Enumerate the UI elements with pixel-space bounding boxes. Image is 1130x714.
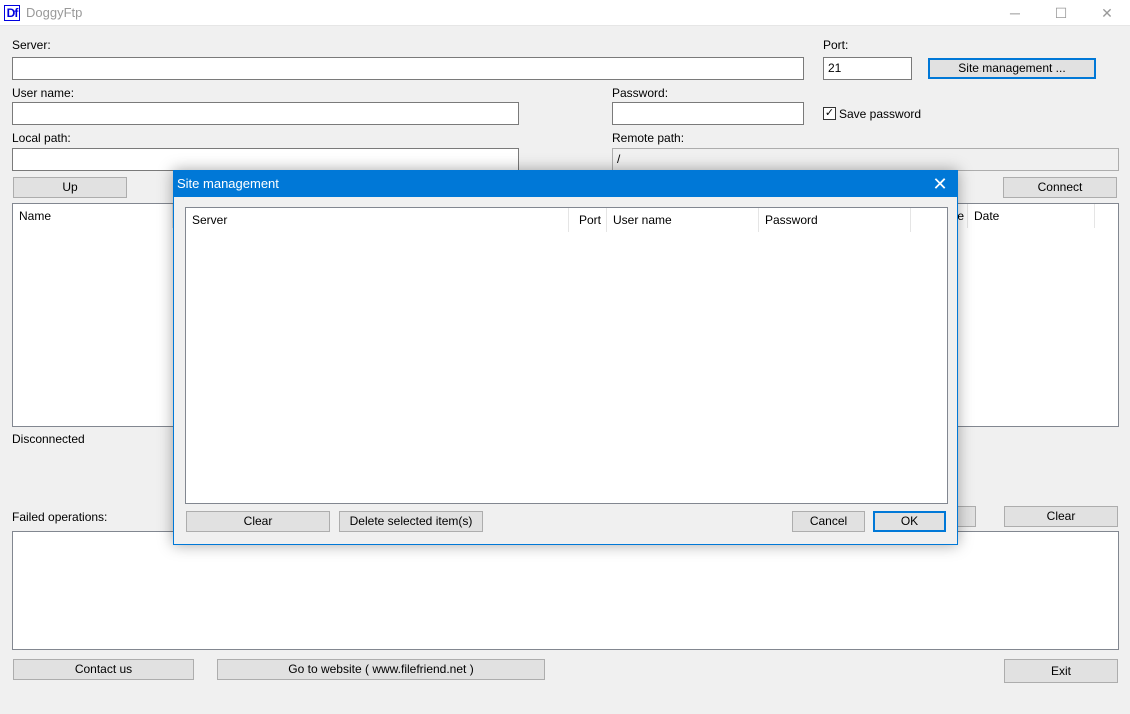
remote-path-input[interactable]: / (612, 148, 1119, 171)
server-label: Server: (12, 38, 51, 52)
column-header-password[interactable]: Password (759, 208, 911, 232)
port-input[interactable]: 21 (823, 57, 912, 80)
save-password-label: Save password (839, 107, 922, 121)
delete-selected-button[interactable]: Delete selected item(s) (339, 511, 483, 532)
close-button[interactable]: ✕ (1084, 0, 1130, 26)
column-header-date[interactable]: Date (968, 204, 1095, 228)
app-logo-icon: Df (4, 5, 20, 21)
connection-status: Disconnected (12, 432, 85, 446)
failed-operations-label: Failed operations: (12, 510, 108, 524)
window-title: DoggyFtp (26, 5, 83, 20)
exit-button[interactable]: Exit (1004, 659, 1118, 683)
port-label: Port: (823, 38, 849, 52)
local-path-input[interactable] (12, 148, 519, 171)
title-bar: Df DoggyFtp ─ ☐ ✕ (0, 0, 1130, 26)
cancel-button[interactable]: Cancel (792, 511, 865, 532)
local-path-label: Local path: (12, 131, 71, 145)
column-header-port[interactable]: Port (569, 208, 607, 232)
remote-path-label: Remote path: (612, 131, 685, 145)
column-header-username[interactable]: User name (607, 208, 759, 232)
dialog-close-icon[interactable]: ✕ (923, 171, 957, 197)
maximize-button[interactable]: ☐ (1038, 0, 1084, 26)
password-input[interactable] (612, 102, 804, 125)
go-to-website-button[interactable]: Go to website ( www.filefriend.net ) (217, 659, 545, 680)
column-header-name[interactable]: Name (13, 204, 173, 228)
site-management-dialog: Site management ✕ Server Port User name … (173, 170, 958, 545)
minimize-button[interactable]: ─ (992, 0, 1038, 26)
clear-failed-button[interactable]: Clear (1004, 506, 1118, 527)
column-header-server[interactable]: Server (186, 208, 569, 232)
server-input[interactable] (12, 57, 804, 80)
failed-operations-list[interactable] (12, 531, 1119, 650)
contact-us-button[interactable]: Contact us (13, 659, 194, 680)
connect-button[interactable]: Connect (1003, 177, 1117, 198)
site-management-button[interactable]: Site management ... (928, 58, 1096, 79)
username-label: User name: (12, 86, 75, 100)
site-list[interactable]: Server Port User name Password (185, 207, 948, 504)
up-button[interactable]: Up (13, 177, 127, 198)
save-password-checkbox[interactable]: ✓ (823, 107, 836, 120)
dialog-title: Site management (174, 171, 957, 197)
dialog-clear-button[interactable]: Clear (186, 511, 330, 532)
ok-button[interactable]: OK (873, 511, 946, 532)
password-label: Password: (612, 86, 669, 100)
username-input[interactable] (12, 102, 519, 125)
